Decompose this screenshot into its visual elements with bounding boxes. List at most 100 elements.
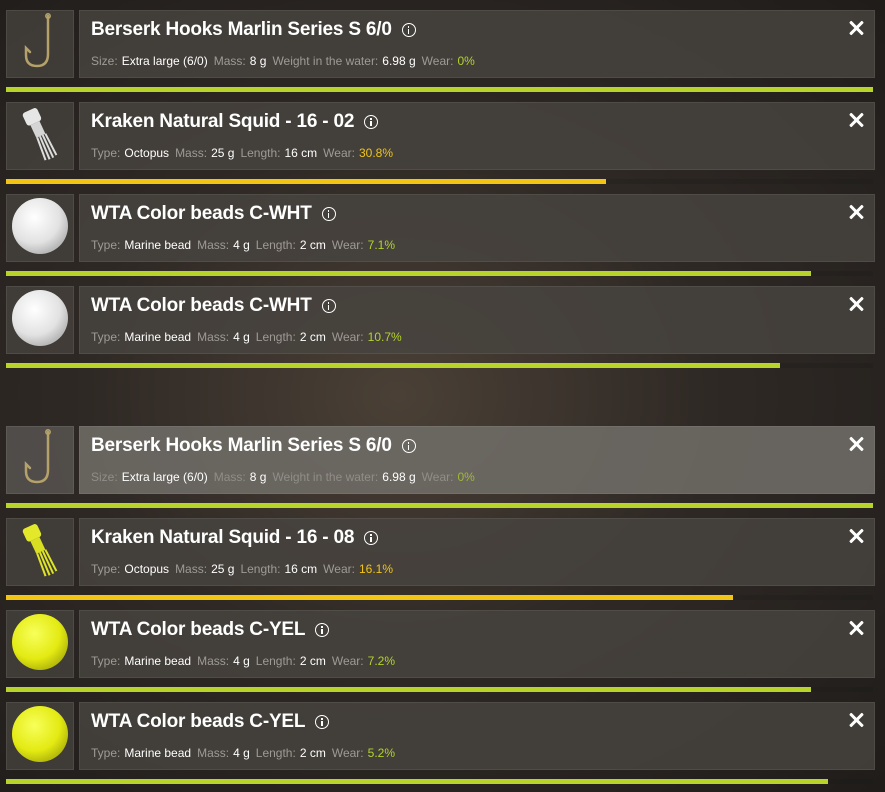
prop-value: Marine bead [124, 746, 192, 760]
wear-value: 16.1% [358, 562, 393, 576]
remove-button[interactable] [848, 296, 864, 312]
prop-value: 16 cm [284, 146, 318, 160]
item-thumbnail[interactable] [6, 702, 74, 770]
rig-item[interactable]: Kraken Natural Squid - 16 - 08 Type: Octop… [6, 518, 875, 600]
durability-bar-fill [6, 595, 734, 600]
item-thumbnail[interactable] [6, 610, 74, 678]
prop-label: Weight in the water: [272, 470, 379, 484]
white-bead-icon [10, 288, 70, 353]
prop-label: Mass: [197, 238, 230, 252]
prop-value: 6.98 g [382, 54, 416, 68]
durability-bar [6, 687, 873, 692]
remove-button[interactable] [848, 112, 864, 128]
prop-label: Length: [240, 146, 281, 160]
item-title-row: WTA Color beads C-YEL [91, 711, 330, 733]
prop-label: Mass: [197, 654, 230, 668]
item-title: WTA Color beads C-YEL [91, 619, 306, 640]
item-panel[interactable]: WTA Color beads C-YEL Type: Marine bead Mas… [79, 702, 875, 770]
item-thumbnail[interactable] [6, 518, 74, 586]
item-panel[interactable]: Kraken Natural Squid - 16 - 02 Type: Octop… [79, 102, 875, 170]
wear-value: 30.8% [358, 146, 393, 160]
item-thumbnail[interactable] [6, 10, 74, 78]
info-icon[interactable] [364, 531, 379, 545]
info-icon[interactable] [364, 115, 379, 129]
item-title: Berserk Hooks Marlin Series S 6/0 [91, 19, 392, 40]
durability-bar-fill [6, 179, 606, 184]
prop-value: 16 cm [284, 562, 318, 576]
item-properties: Type: Marine bead Mass: 4 g Length: 2 cm Wear:… [91, 654, 395, 668]
prop-value: Octopus [124, 562, 170, 576]
remove-button[interactable] [848, 528, 864, 544]
prop-label: Type: [91, 746, 121, 760]
item-panel[interactable]: WTA Color beads C-WHT Type: Marine bead Mas… [79, 194, 875, 262]
info-icon[interactable] [321, 207, 336, 221]
item-thumbnail[interactable] [6, 286, 74, 354]
item-properties: Type: Octopus Mass: 25 g Length: 16 cm Wear: 30… [91, 146, 393, 160]
item-panel[interactable]: Berserk Hooks Marlin Series S 6/0 Size: Ex… [79, 426, 875, 494]
prop-value: Marine bead [124, 330, 192, 344]
info-icon[interactable] [401, 23, 416, 37]
prop-label: Length: [255, 746, 296, 760]
rig-item[interactable]: Berserk Hooks Marlin Series S 6/0 Size: Ex… [6, 10, 875, 92]
item-title: WTA Color beads C-WHT [91, 295, 312, 316]
rig-item[interactable]: WTA Color beads C-WHT Type: Marine bead Mas… [6, 286, 875, 368]
prop-value: 2 cm [299, 238, 326, 252]
wear-label: Wear: [421, 470, 454, 484]
item-panel[interactable]: WTA Color beads C-WHT Type: Marine bead Mas… [79, 286, 875, 354]
item-panel[interactable]: Kraken Natural Squid - 16 - 08 Type: Octop… [79, 518, 875, 586]
item-title-row: Berserk Hooks Marlin Series S 6/0 [91, 19, 416, 41]
remove-button[interactable] [848, 712, 864, 728]
durability-bar [6, 595, 873, 600]
prop-label: Length: [255, 654, 296, 668]
item-title-row: WTA Color beads C-WHT [91, 295, 336, 317]
prop-label: Mass: [197, 746, 230, 760]
durability-bar [6, 271, 873, 276]
item-title-row: Berserk Hooks Marlin Series S 6/0 [91, 435, 416, 457]
info-icon[interactable] [315, 623, 330, 637]
rig-item[interactable]: Berserk Hooks Marlin Series S 6/0 Size: Ex… [6, 426, 875, 508]
prop-label: Size: [91, 470, 118, 484]
info-icon[interactable] [315, 715, 330, 729]
prop-label: Mass: [197, 330, 230, 344]
squid-lure-icon [12, 104, 68, 169]
item-title-row: Kraken Natural Squid - 16 - 08 [91, 527, 379, 549]
durability-bar [6, 87, 873, 92]
item-panel[interactable]: WTA Color beads C-YEL Type: Marine bead Mas… [79, 610, 875, 678]
item-panel[interactable]: Berserk Hooks Marlin Series S 6/0 Size: Ex… [79, 10, 875, 78]
prop-label: Type: [91, 238, 121, 252]
yellow-bead-icon [10, 612, 70, 677]
remove-button[interactable] [848, 20, 864, 36]
item-title: Kraken Natural Squid - 16 - 02 [91, 111, 355, 132]
remove-button[interactable] [848, 204, 864, 220]
wear-label: Wear: [331, 746, 364, 760]
rig-item[interactable]: Kraken Natural Squid - 16 - 02 Type: Octop… [6, 102, 875, 184]
durability-bar-fill [6, 271, 812, 276]
item-thumbnail[interactable] [6, 194, 74, 262]
item-thumbnail[interactable] [6, 102, 74, 170]
prop-label: Length: [255, 330, 296, 344]
item-thumbnail[interactable] [6, 426, 74, 494]
info-icon[interactable] [401, 439, 416, 453]
prop-value: Extra large (6/0) [121, 54, 208, 68]
item-title: WTA Color beads C-WHT [91, 203, 312, 224]
rig-item[interactable]: WTA Color beads C-YEL Type: Marine bead Mas… [6, 610, 875, 692]
rig-item[interactable]: WTA Color beads C-WHT Type: Marine bead Mas… [6, 194, 875, 276]
rig-item[interactable]: WTA Color beads C-YEL Type: Marine bead Mas… [6, 702, 875, 784]
wear-label: Wear: [323, 146, 355, 160]
info-icon[interactable] [321, 299, 336, 313]
prop-value: Octopus [124, 146, 170, 160]
prop-value: 4 g [233, 746, 250, 760]
remove-button[interactable] [848, 620, 864, 636]
prop-value: 25 g [211, 146, 235, 160]
wear-value: 0% [457, 54, 475, 68]
prop-label: Mass: [213, 54, 246, 68]
prop-label: Type: [91, 146, 121, 160]
durability-bar-fill [6, 503, 873, 508]
prop-value: 4 g [233, 654, 250, 668]
prop-label: Length: [240, 562, 281, 576]
prop-label: Type: [91, 330, 121, 344]
prop-value: Marine bead [124, 238, 192, 252]
remove-button[interactable] [848, 436, 864, 452]
prop-label: Weight in the water: [272, 54, 379, 68]
wear-label: Wear: [323, 562, 355, 576]
